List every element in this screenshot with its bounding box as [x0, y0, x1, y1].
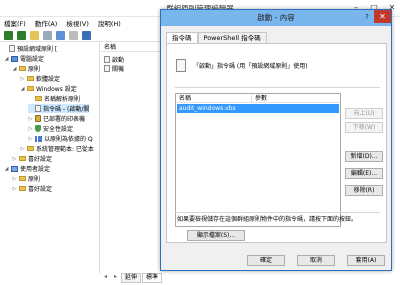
folder-icon [19, 66, 26, 71]
collapse-icon[interactable]: ◢ [4, 166, 9, 172]
cancel-button[interactable]: 取消 [297, 255, 335, 266]
refresh-icon[interactable] [56, 30, 65, 40]
name-column-header[interactable]: 名稱 [101, 43, 165, 52]
tree-item-root[interactable]: 預設網域原則 [ [2, 44, 57, 53]
collapse-icon[interactable]: ◢ [4, 56, 9, 62]
apply-button[interactable]: 套用(A) [347, 255, 385, 266]
close-icon[interactable]: ✕ [374, 10, 391, 23]
folder-icon [19, 176, 26, 181]
details-pane: 名稱 啟動 關機 [101, 43, 165, 273]
show-hide-tree-icon[interactable] [43, 30, 52, 40]
up-folder-icon[interactable] [30, 30, 39, 40]
script-icon [35, 105, 41, 112]
scroll-left-icon[interactable]: ◂ [101, 273, 110, 283]
menu-bar: 檔案(F) 動作(A) 檢視(V) 說明(H) [0, 17, 165, 29]
tab-standard[interactable]: 標準 [142, 273, 163, 283]
collapse-icon[interactable]: ◢ [12, 66, 17, 72]
divider [175, 87, 380, 88]
tab-extended[interactable]: 延伸 [121, 273, 142, 283]
folder-icon [19, 186, 26, 191]
list-header: 名稱 參數 [176, 94, 340, 103]
tree-item-software-settings[interactable]: ▷ 軟體設定 [20, 74, 60, 84]
computer-icon [11, 55, 18, 62]
divider [175, 212, 380, 213]
script-icon [104, 56, 110, 63]
view-tabs: ◂ ▸ 延伸 標準 [101, 273, 163, 283]
user-icon [11, 165, 18, 172]
shield-icon [35, 125, 41, 132]
expand-icon[interactable]: ▷ [28, 116, 33, 122]
policy-tree: 預設網域原則 [ ◢ 電腦設定 ◢ 原則 ▷ 軟體設定 ◢ Windows 設定 名稱解… [0, 43, 100, 273]
startup-properties-dialog: 啟動 - 內容 ? ✕ 指令碼 PowerShell 指令碼 「啟動」指令碼 (… [160, 9, 392, 271]
policy-icon [9, 45, 15, 52]
tree-item-preferences[interactable]: ▷ 喜好設定 [12, 154, 52, 164]
folder-icon [27, 146, 34, 151]
intro-text: 「啟動」指令碼 (用「預設網域原則」使用) [193, 63, 308, 70]
collapse-icon[interactable]: ◢ [20, 86, 25, 92]
ok-button[interactable]: 確定 [247, 255, 285, 266]
remove-button[interactable]: 移除(R) [345, 185, 383, 196]
move-down-button[interactable]: 下移(W) [345, 122, 383, 133]
scripts-list[interactable]: 名稱 參數 audit_windows.vbs [175, 93, 341, 227]
tree-item-windows-settings[interactable]: ◢ Windows 設定 [20, 84, 77, 94]
help-icon[interactable]: ? [361, 12, 373, 23]
tree-item-policy-qos[interactable]: ▷ 以原則為依據的 Q [28, 134, 93, 143]
chart-icon [35, 135, 42, 142]
scripts-tab-panel: 「啟動」指令碼 (用「預設網域原則」使用) 名稱 參數 audit_window… [166, 43, 387, 243]
folder-icon [35, 96, 42, 101]
toolbar [0, 29, 165, 42]
edit-button[interactable]: 編輯(E)... [345, 168, 383, 179]
back-icon[interactable] [4, 30, 13, 40]
export-icon[interactable] [69, 30, 78, 40]
parameters-column-header[interactable]: 參數 [255, 94, 267, 103]
help-icon[interactable] [82, 30, 91, 40]
tree-item-computer-config[interactable]: ◢ 電腦設定 [4, 54, 44, 63]
expand-icon[interactable]: ▷ [12, 176, 17, 182]
dialog-title: 啟動 - 內容 [161, 10, 391, 26]
tree-item-deployed-printers[interactable]: ▷ 已部署的印表機 [28, 114, 85, 123]
move-up-button[interactable]: 向上(U) [345, 108, 383, 119]
tree-item-security-settings[interactable]: ▷ 安全性設定 [28, 124, 73, 133]
list-item-startup[interactable]: 啟動 [104, 55, 124, 64]
name-column-header[interactable]: 名稱 [179, 94, 191, 103]
expand-icon[interactable]: ▷ [20, 146, 25, 152]
tree-item-name-resolution[interactable]: 名稱解析原則 [28, 94, 80, 103]
menu-view[interactable]: 檢視(V) [66, 18, 89, 28]
expand-icon[interactable]: ▷ [28, 136, 33, 142]
printer-icon [35, 115, 41, 122]
expand-icon[interactable]: ▷ [28, 126, 33, 132]
expand-icon[interactable]: ▷ [12, 186, 17, 192]
script-icon [104, 65, 110, 72]
tree-item-user-preferences[interactable]: ▷ 喜好設定 [12, 184, 52, 194]
tree-item-admin-templates[interactable]: ▷ 系統管理範本: 已從本 [20, 144, 94, 154]
show-files-button[interactable]: 顯示檔案(S)... [187, 230, 245, 241]
list-item-shutdown[interactable]: 關機 [104, 64, 124, 73]
script-file-icon [176, 59, 186, 72]
column-divider[interactable] [251, 95, 252, 102]
footer-text: 如果要檢視儲存在這個群組原則物件中的指令碼，請按下面的按鈕。 [177, 216, 358, 223]
tree-item-scripts[interactable]: 指令碼 - (啟動/關 [28, 104, 90, 113]
menu-action[interactable]: 動作(A) [35, 18, 58, 28]
add-button[interactable]: 新增(D)... [345, 151, 383, 162]
tree-item-policies[interactable]: ◢ 原則 [12, 64, 40, 74]
folder-icon [27, 86, 34, 91]
folder-icon [27, 76, 34, 81]
script-row-selected[interactable]: audit_windows.vbs [177, 104, 339, 113]
folder-icon [19, 156, 26, 161]
forward-icon[interactable] [17, 30, 26, 40]
menu-file[interactable]: 檔案(F) [4, 18, 26, 28]
menu-help[interactable]: 說明(H) [98, 18, 121, 28]
tree-item-user-config[interactable]: ◢ 使用者設定 [4, 164, 50, 173]
expand-icon[interactable]: ▷ [20, 76, 25, 82]
tree-item-user-policies[interactable]: ▷ 原則 [12, 174, 40, 184]
expand-icon[interactable]: ▷ [12, 156, 17, 162]
scroll-right-icon[interactable]: ▸ [111, 273, 120, 283]
